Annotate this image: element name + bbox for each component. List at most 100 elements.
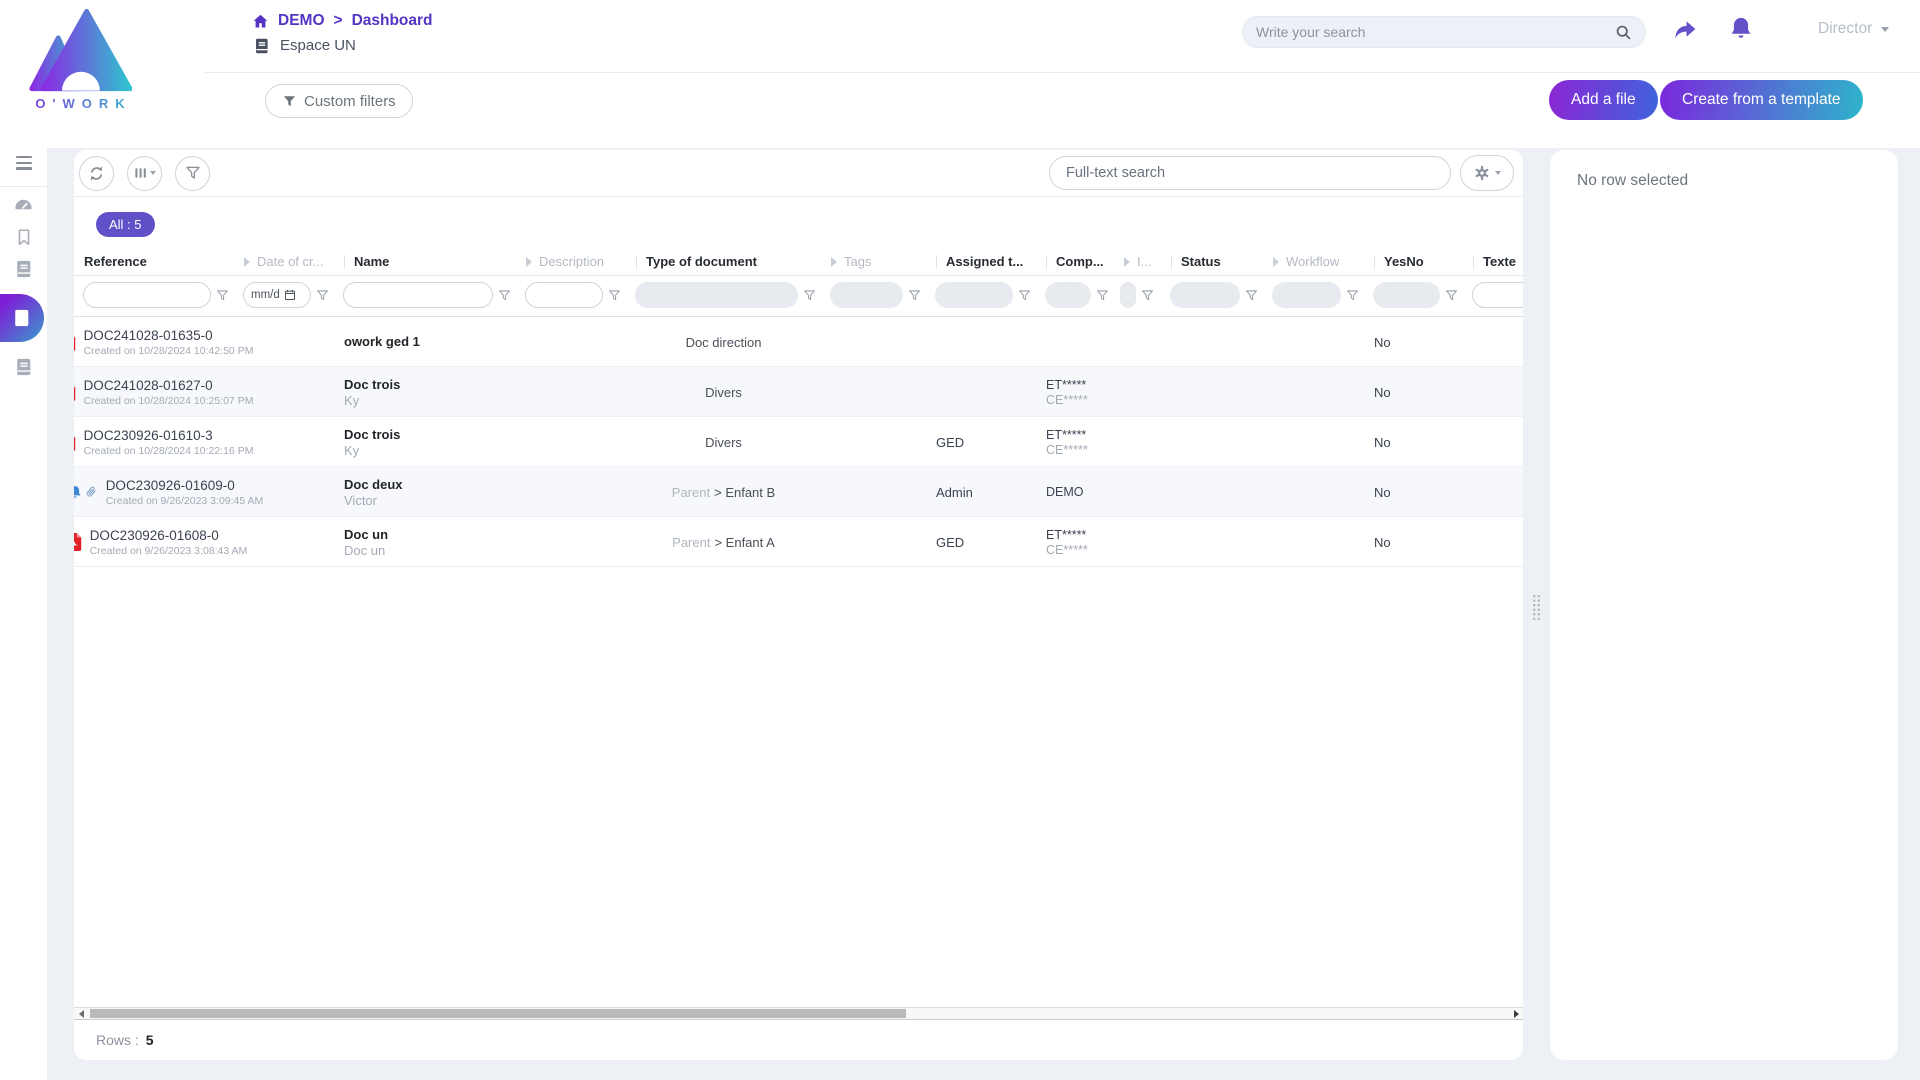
columns-button[interactable] — [127, 156, 162, 191]
texte-filter-input[interactable] — [1472, 282, 1523, 308]
search-icon[interactable] — [1615, 24, 1632, 41]
filter-icon — [282, 94, 297, 109]
reference-cell: DOC230926-01608-0 Created on 9/26/2023 3… — [74, 517, 234, 567]
table-row[interactable]: DOC230926-01610-3 Created on 10/28/2024 … — [74, 417, 1523, 467]
fulltext-search-input[interactable] — [1049, 156, 1451, 190]
gear-icon — [1474, 165, 1490, 181]
funnel-icon[interactable] — [1245, 289, 1258, 302]
grid-settings-button[interactable] — [1460, 155, 1514, 191]
name-cell: Doc trois Ky — [334, 367, 516, 417]
breadcrumb-root[interactable]: DEMO — [278, 12, 325, 30]
funnel-icon[interactable] — [608, 289, 621, 302]
home-icon[interactable] — [252, 13, 269, 30]
date-cell — [234, 367, 334, 417]
funnel-icon[interactable] — [908, 289, 921, 302]
document-name: Doc trois — [344, 377, 506, 392]
funnel-icon[interactable] — [803, 289, 816, 302]
column-header-tags[interactable]: Tags — [821, 248, 926, 275]
company-filter-disabled — [1045, 282, 1091, 308]
panel-resize-grip[interactable] — [1532, 594, 1541, 622]
filter-button[interactable] — [175, 156, 210, 191]
workflow-cell — [1263, 517, 1364, 567]
horizontal-scrollbar[interactable] — [74, 1007, 1523, 1020]
expand-arrow-icon[interactable] — [526, 257, 532, 267]
date-cell — [234, 417, 334, 467]
column-header-reference[interactable]: Reference — [74, 248, 234, 275]
column-header-description[interactable]: Description — [516, 248, 626, 275]
assigned-cell — [926, 317, 1036, 367]
breadcrumb-separator: > — [334, 12, 343, 30]
name-cell: Doc un Doc un — [334, 517, 516, 567]
breadcrumb-current[interactable]: Dashboard — [352, 12, 433, 30]
column-header-texte[interactable]: Texte — [1463, 248, 1523, 275]
sidebar-item-dashboard[interactable] — [0, 196, 47, 215]
column-header-assigned-to[interactable]: Assigned t... — [926, 248, 1036, 275]
sidebar-menu-toggle[interactable] — [0, 156, 47, 170]
funnel-icon[interactable] — [1445, 289, 1458, 302]
name-filter-input[interactable] — [343, 282, 493, 308]
column-header-workflow[interactable]: Workflow — [1263, 248, 1364, 275]
column-header-date-of-creation[interactable]: Date of cr... — [234, 248, 334, 275]
funnel-icon[interactable] — [1096, 289, 1109, 302]
table-row[interactable]: DOC230926-01609-0 Created on 9/26/2023 3… — [74, 467, 1523, 517]
scroll-left-arrow[interactable] — [74, 1008, 88, 1019]
refresh-button[interactable] — [79, 156, 114, 191]
funnel-icon[interactable] — [216, 289, 229, 302]
workflow-cell — [1263, 467, 1364, 517]
yesno-cell: No — [1364, 367, 1463, 417]
user-role-menu[interactable]: Director — [1818, 20, 1889, 38]
filter-cell-texte — [1463, 282, 1523, 308]
column-header-i[interactable]: I... — [1114, 248, 1161, 275]
column-header-company[interactable]: Comp... — [1036, 248, 1114, 275]
column-header-yesno[interactable]: YesNo — [1364, 248, 1463, 275]
sidebar-item-space-active[interactable] — [0, 294, 44, 342]
document-name-sub: Victor — [344, 493, 506, 508]
custom-filters-button[interactable]: Custom filters — [265, 84, 413, 118]
table-row[interactable]: DOC230926-01608-0 Created on 9/26/2023 3… — [74, 517, 1523, 567]
table-row[interactable]: DOC241028-01627-0 Created on 10/28/2024 … — [74, 367, 1523, 417]
all-count-badge[interactable]: All : 5 — [96, 212, 155, 237]
global-search-input[interactable] — [1256, 24, 1615, 40]
description-filter-input[interactable] — [525, 282, 603, 308]
global-search[interactable] — [1242, 16, 1646, 48]
column-header-name[interactable]: Name — [334, 248, 516, 275]
sidebar-item-space-2[interactable] — [0, 358, 47, 376]
scrollbar-thumb[interactable] — [90, 1009, 906, 1018]
yesno-cell: No — [1364, 317, 1463, 367]
add-file-button[interactable]: Add a file — [1549, 80, 1658, 120]
created-timestamp: Created on 10/28/2024 10:25:07 PM — [84, 395, 254, 407]
user-role-label: Director — [1818, 20, 1872, 38]
column-header-type-of-document[interactable]: Type of document — [626, 248, 821, 275]
table-row[interactable]: DOC241028-01635-0 Created on 10/28/2024 … — [74, 317, 1523, 367]
notifications-button[interactable] — [1729, 16, 1753, 40]
reference-filter-input[interactable] — [83, 282, 211, 308]
funnel-icon[interactable] — [316, 289, 329, 302]
column-header-status[interactable]: Status — [1161, 248, 1263, 275]
date-filter-input[interactable]: mm/d — [243, 282, 311, 308]
type-cell: Divers — [626, 417, 821, 467]
status-cell — [1161, 317, 1263, 367]
brand-logo[interactable]: O'WORK — [14, 6, 146, 111]
create-from-template-button[interactable]: Create from a template — [1660, 80, 1863, 120]
scrollbar-track[interactable] — [88, 1008, 1509, 1019]
funnel-icon[interactable] — [1346, 289, 1359, 302]
sidebar-item-space-1[interactable] — [0, 260, 47, 278]
expand-arrow-icon[interactable] — [1273, 257, 1279, 267]
scroll-right-arrow[interactable] — [1509, 1008, 1523, 1019]
calendar-icon[interactable] — [284, 289, 296, 301]
funnel-icon[interactable] — [1018, 289, 1031, 302]
funnel-icon[interactable] — [498, 289, 511, 302]
detail-panel: No row selected — [1550, 150, 1898, 1060]
expand-arrow-icon[interactable] — [1124, 257, 1130, 267]
journal-icon — [13, 309, 31, 327]
share-button[interactable] — [1674, 18, 1697, 41]
sidebar-item-bookmarks[interactable] — [0, 228, 47, 246]
description-cell — [516, 467, 626, 517]
expand-arrow-icon[interactable] — [831, 257, 837, 267]
mountain-logo-icon — [28, 6, 132, 94]
expand-arrow-icon[interactable] — [244, 257, 250, 267]
funnel-icon[interactable] — [1141, 289, 1154, 302]
space-row: Espace UN — [254, 37, 356, 54]
table-body: DOC241028-01635-0 Created on 10/28/2024 … — [74, 317, 1523, 567]
type-value: > Enfant A — [714, 535, 774, 550]
